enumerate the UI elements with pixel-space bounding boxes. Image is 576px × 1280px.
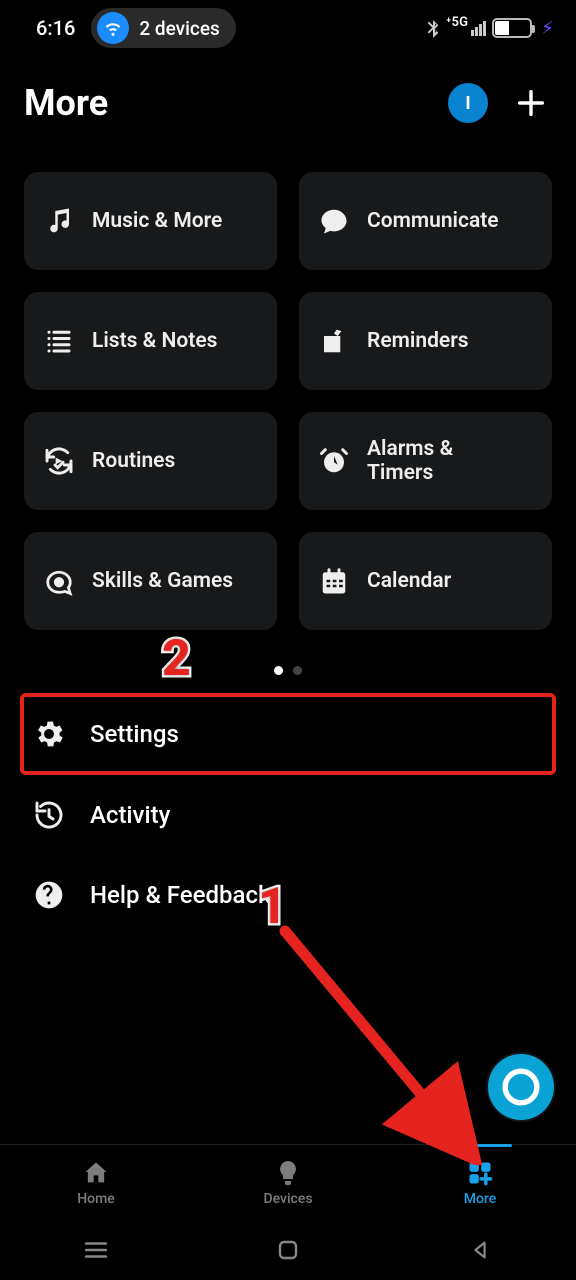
devices-pill[interactable]: 2 devices [91,8,235,48]
tab-label: Devices [263,1191,312,1207]
row-label: Settings [90,720,179,748]
skills-icon [42,566,76,596]
card-label: Reminders [367,329,469,353]
reminder-icon [317,326,351,356]
row-label: Help & Feedback [90,881,270,909]
card-communicate[interactable]: Communicate [299,172,552,270]
page-title: More [24,82,108,124]
card-music-and-more[interactable]: Music & More [24,172,277,270]
menu-grid: Music & More Communicate Lists & Notes R… [0,150,576,636]
row-label: Activity [90,801,170,829]
card-label: Alarms & Timers [367,437,453,485]
bulb-icon [276,1159,300,1187]
add-button[interactable] [514,86,548,120]
clock: 6:16 [36,16,75,40]
gear-icon [32,717,66,751]
more-grid-icon [466,1159,494,1187]
bluetooth-icon [426,18,440,38]
android-back-button[interactable] [460,1230,500,1270]
status-bar: 6:16 2 devices ⁺5G 38 ⚡︎ [0,0,576,56]
header: More I [0,56,576,150]
tab-devices[interactable]: Devices [192,1145,384,1220]
page-dot-1[interactable] [274,666,283,675]
help-icon [32,879,66,911]
charging-icon: ⚡︎ [541,18,554,39]
annotation-step-2: 2 [162,630,191,688]
card-calendar[interactable]: Calendar [299,532,552,630]
tab-bar: Home Devices More [0,1144,576,1220]
card-alarms-and-timers[interactable]: Alarms & Timers [299,412,552,510]
row-activity[interactable]: Activity [20,775,556,855]
card-lists-and-notes[interactable]: Lists & Notes [24,292,277,390]
android-recents-button[interactable] [76,1230,116,1270]
card-label: Skills & Games [92,569,233,593]
wifi-icon [97,12,129,44]
page-dot-2[interactable] [293,666,302,675]
tab-label: More [464,1191,497,1207]
alexa-voice-button[interactable] [488,1054,554,1120]
battery-icon: 38 [492,18,532,38]
routines-icon [42,445,76,477]
music-icon [42,206,76,236]
signal-icon: ⁺5G [446,21,486,36]
annotation-step-1: 1 [258,878,287,936]
history-icon [32,799,66,831]
tab-home[interactable]: Home [0,1145,192,1220]
calendar-icon [317,566,351,596]
home-icon [82,1159,110,1187]
card-label: Calendar [367,569,451,593]
card-label: Communicate [367,209,499,233]
page-indicator [0,636,576,693]
android-nav-bar [0,1220,576,1280]
row-help-and-feedback[interactable]: Help & Feedback [20,855,556,935]
android-home-button[interactable] [268,1230,308,1270]
card-skills-and-games[interactable]: Skills & Games [24,532,277,630]
tab-label: Home [77,1191,115,1207]
alarm-icon [317,446,351,476]
profile-avatar[interactable]: I [448,83,488,123]
card-label: Music & More [92,209,222,233]
tab-more[interactable]: More [384,1145,576,1220]
card-label: Lists & Notes [92,329,217,353]
list-icon [42,326,76,356]
chat-bubble-icon [317,206,351,236]
row-settings[interactable]: Settings [20,693,556,775]
annotation-arrow [265,925,495,1165]
card-label: Routines [92,449,175,473]
card-reminders[interactable]: Reminders [299,292,552,390]
card-routines[interactable]: Routines [24,412,277,510]
devices-label: 2 devices [139,17,219,40]
